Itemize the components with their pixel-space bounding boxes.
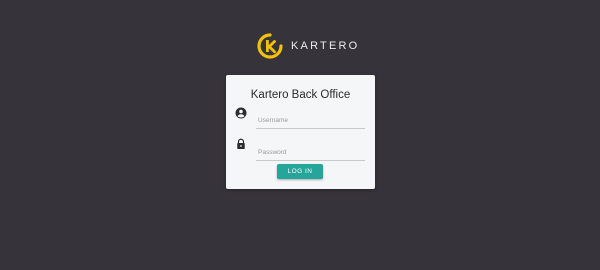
lock-icon	[235, 138, 247, 150]
login-card: Kartero Back Office LOG IN	[226, 75, 375, 189]
brand-name: KARTERO	[291, 40, 360, 52]
username-input[interactable]	[256, 113, 365, 129]
login-title: Kartero Back Office	[250, 89, 351, 101]
username-field-wrap	[256, 109, 365, 129]
account-circle-icon	[235, 107, 247, 119]
password-input[interactable]	[256, 145, 365, 161]
login-button[interactable]: LOG IN	[277, 164, 323, 179]
password-field-wrap	[256, 141, 365, 161]
kartero-logo-icon	[257, 33, 283, 59]
brand-logo: KARTERO	[257, 33, 359, 59]
